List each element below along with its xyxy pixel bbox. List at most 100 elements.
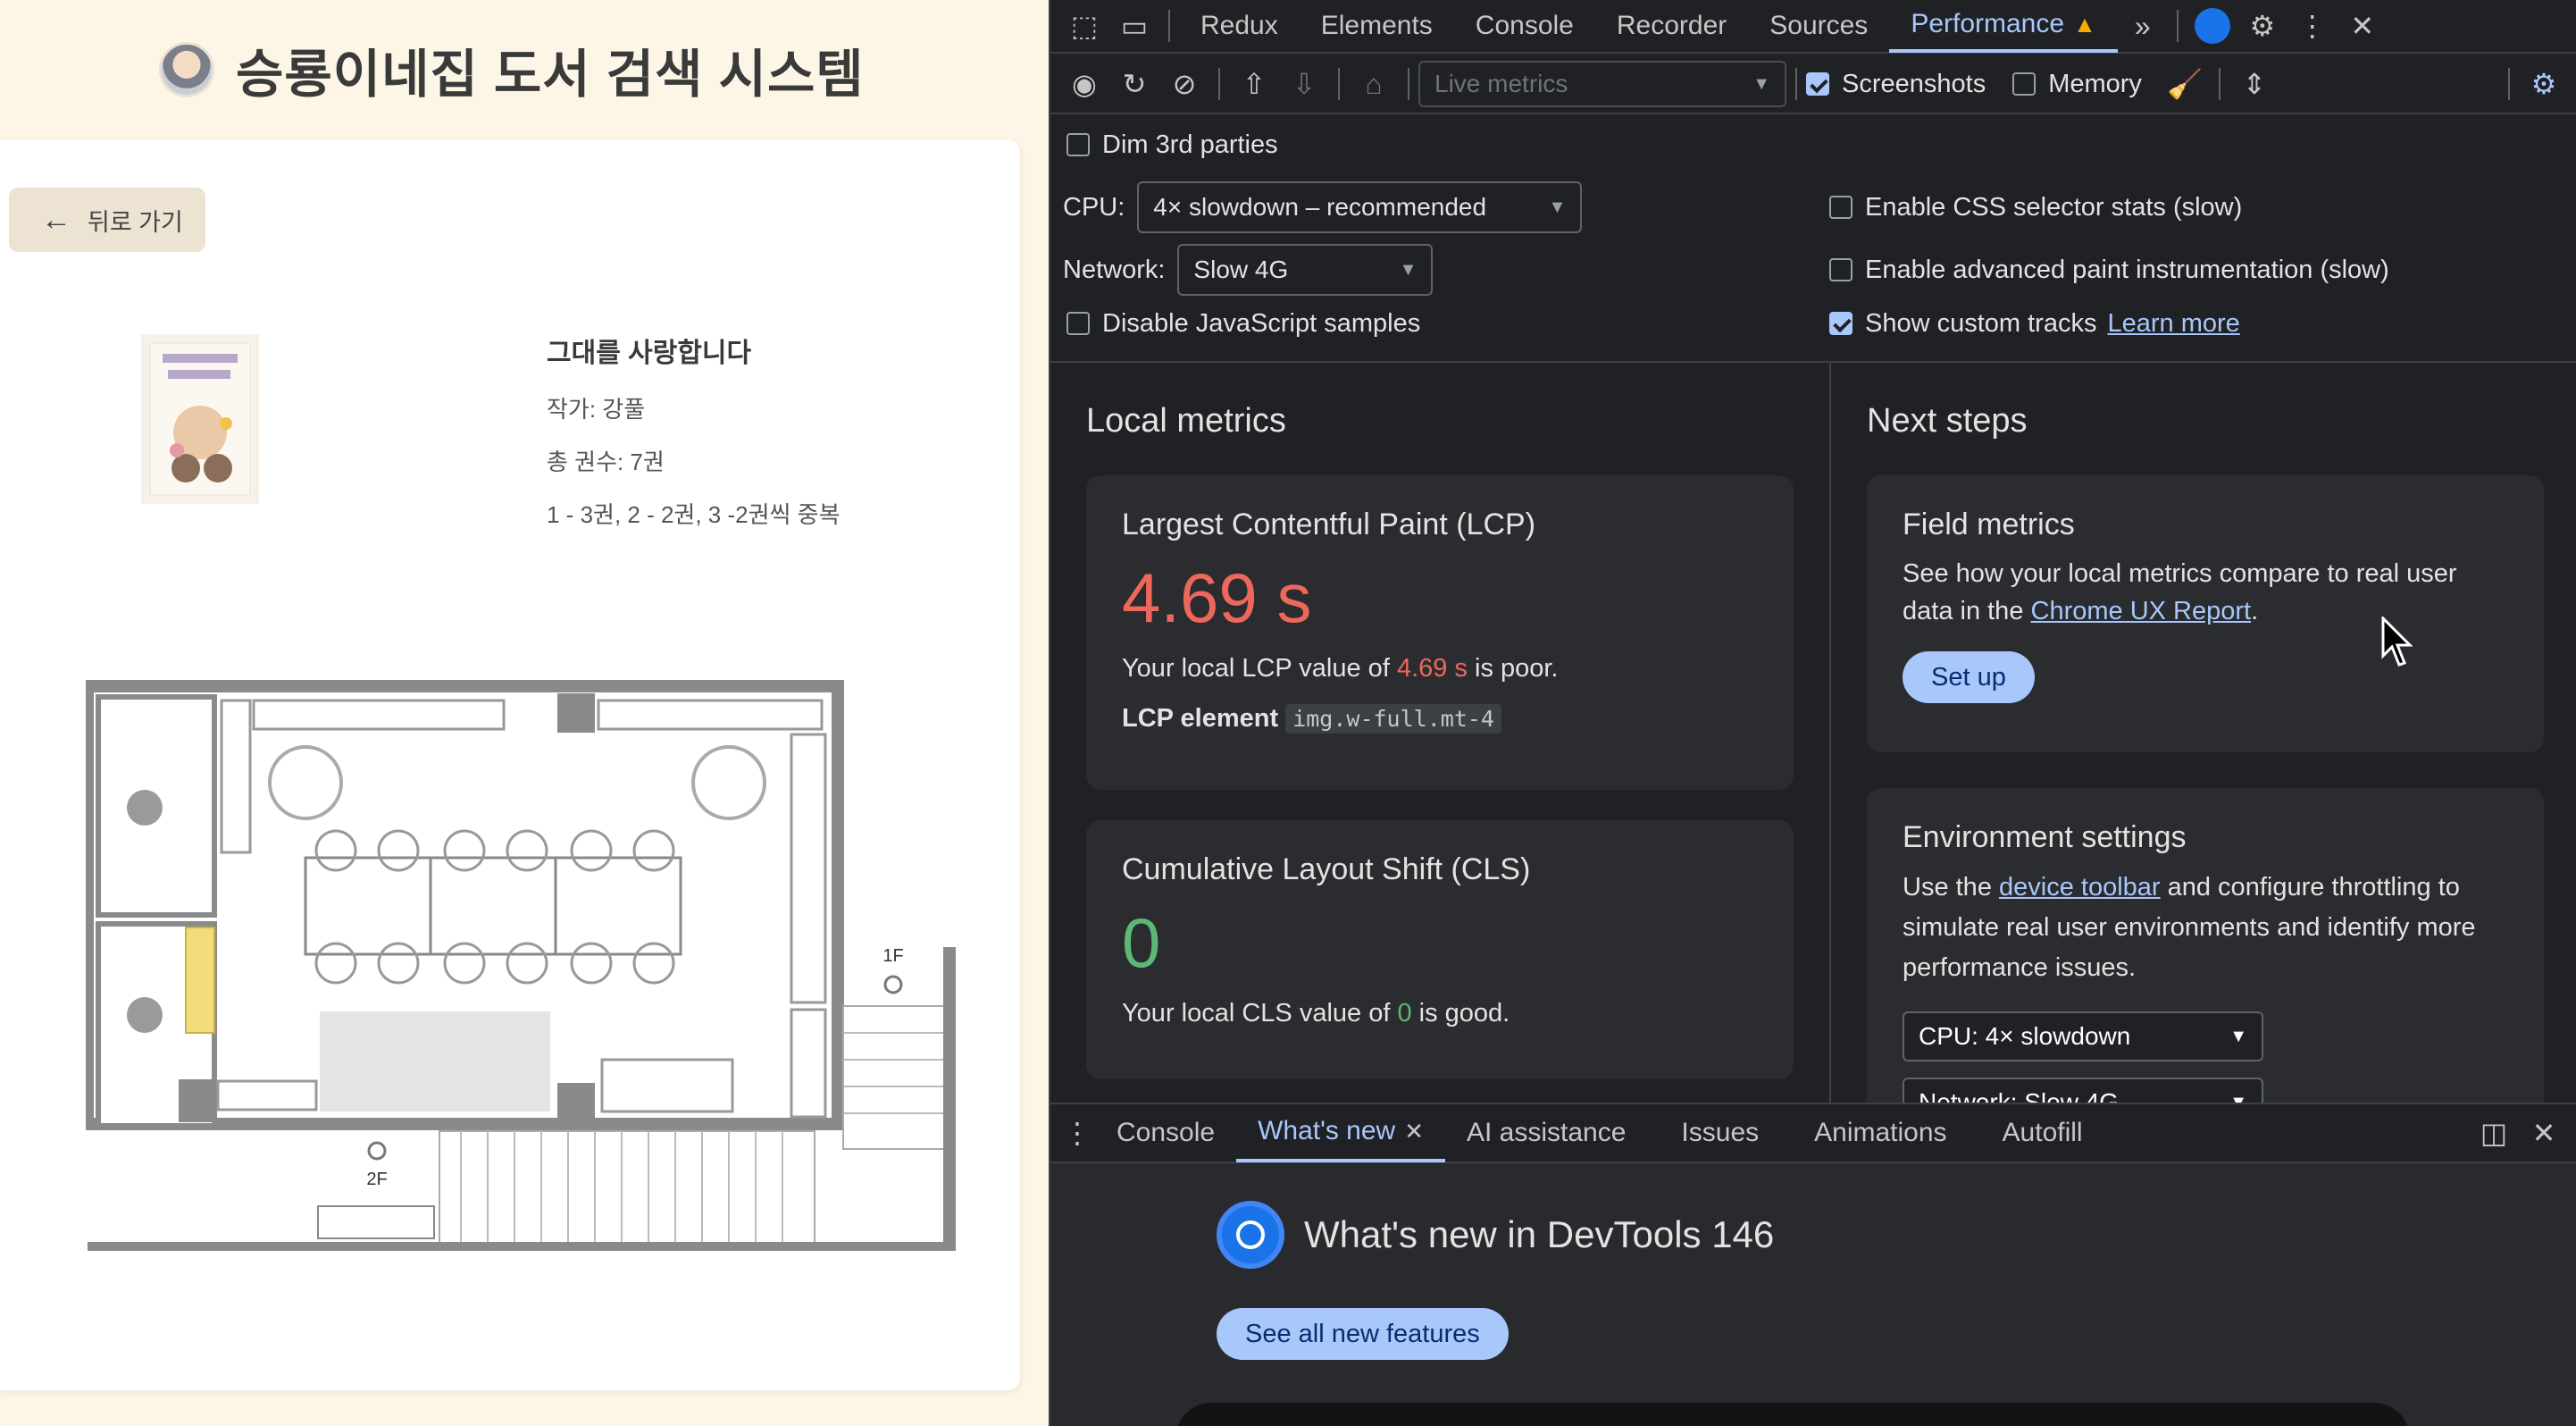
drawer-tab-autofill[interactable]: Autofill	[1969, 1103, 2117, 1162]
clear-icon[interactable]: ⊘	[1159, 59, 1209, 109]
paint-instrumentation-checkbox[interactable]	[1829, 258, 1853, 281]
live-metrics-select[interactable]: Live metrics ▼	[1418, 61, 1786, 107]
separator	[2508, 68, 2510, 100]
cpu-throttling-select[interactable]: 4× slowdown – recommended ▼	[1137, 181, 1583, 233]
capture-settings-gear-icon[interactable]: ⚙	[2519, 59, 2569, 109]
lcp-value: 4.69 s	[1122, 558, 1312, 637]
tab-sources[interactable]: Sources	[1748, 0, 1889, 53]
book-cover-image	[141, 334, 259, 504]
tab-performance[interactable]: Performance ▲	[1889, 0, 2118, 53]
drawer-tab-ai-assistance[interactable]: AI assistance	[1445, 1103, 1647, 1162]
environment-settings-heading: Environment settings	[1903, 820, 2187, 854]
chrome-devtools-logo-icon	[1217, 1201, 1284, 1269]
custom-tracks-label: Show custom tracks	[1865, 308, 2097, 338]
close-tab-icon[interactable]: ✕	[1404, 1118, 1424, 1145]
custom-tracks-checkbox[interactable]	[1829, 312, 1853, 335]
performance-toolbar: ◉ ↻ ⊘ ⇧ ⇩ ⌂ Live metrics ▼ Screenshots M…	[1050, 55, 2576, 114]
floor-label-2f: 2F	[366, 1170, 387, 1189]
devtools-panel: ⬚ ▭ Redux Elements Console Recorder Sour…	[1049, 0, 2576, 1426]
back-button[interactable]: ← 뒤로 가기	[9, 188, 205, 252]
live-metrics-view: Local metrics Largest Contentful Paint (…	[1050, 363, 2576, 1103]
tab-recorder[interactable]: Recorder	[1595, 0, 1748, 53]
dim-3rd-parties-checkbox[interactable]	[1066, 133, 1090, 156]
lcp-element-code[interactable]: img.w-full.mt-4	[1285, 704, 1501, 734]
tab-redux[interactable]: Redux	[1179, 0, 1300, 53]
cls-desc-value: 0	[1397, 999, 1412, 1028]
setup-button[interactable]: Set up	[1903, 651, 2035, 703]
tab-console[interactable]: Console	[1454, 0, 1595, 53]
download-icon[interactable]: ⇩	[1279, 59, 1329, 109]
chrome-ux-report-link[interactable]: Chrome UX Report	[2031, 597, 2252, 625]
network-throttling-value: Slow 4G	[1193, 256, 1289, 283]
separator	[1408, 68, 1409, 100]
disable-js-samples-checkbox[interactable]	[1066, 312, 1090, 335]
network-label: Network:	[1063, 255, 1166, 284]
garbage-collect-icon[interactable]: 🧹	[2160, 59, 2210, 109]
drawer-tab-console[interactable]: Console	[1095, 1103, 1236, 1162]
drawer-tab-whats-new[interactable]: What's new ✕	[1236, 1103, 1445, 1162]
css-selector-stats-label: Enable CSS selector stats (slow)	[1865, 192, 2243, 222]
close-devtools-icon[interactable]: ✕	[2338, 1, 2388, 51]
device-toolbar-link[interactable]: device toolbar	[1999, 873, 2161, 902]
close-drawer-icon[interactable]: ✕	[2519, 1108, 2569, 1158]
lcp-desc-suffix: is poor.	[1467, 654, 1559, 683]
env-desc-prefix: Use the	[1903, 873, 1999, 902]
css-stats-row: Enable CSS selector stats (slow)	[1829, 191, 2242, 223]
drawer-tab-animations[interactable]: Animations	[1793, 1103, 1968, 1162]
upload-icon[interactable]: ⇧	[1229, 59, 1279, 109]
screenshots-checkbox[interactable]	[1806, 72, 1829, 96]
next-steps-title: Next steps	[1867, 402, 2028, 440]
caret-down-icon: ▼	[2229, 1026, 2247, 1046]
separator	[1338, 68, 1340, 100]
more-tabs-icon[interactable]: »	[2118, 1, 2168, 51]
env-network-select[interactable]: Network: Slow 4G ▼	[1903, 1078, 2263, 1103]
env-cpu-select-value: CPU: 4× slowdown	[1919, 1022, 2131, 1050]
collapse-icon[interactable]: ⇕	[2229, 59, 2279, 109]
cpu-throttling-value: 4× slowdown – recommended	[1153, 193, 1487, 221]
cls-card: Cumulative Layout Shift (CLS) 0 Your loc…	[1086, 820, 1794, 1079]
field-desc-suffix: .	[2251, 597, 2259, 625]
drawer-tab-issues[interactable]: Issues	[1647, 1103, 1793, 1162]
book-volumes: 1 - 3권, 2 - 2권, 3 -2권씩 중복	[547, 501, 841, 528]
reload-record-icon[interactable]: ↻	[1109, 59, 1159, 109]
learn-more-link[interactable]: Learn more	[2107, 309, 2239, 339]
record-icon[interactable]: ◉	[1059, 59, 1109, 109]
drawer-menu-icon[interactable]: ⋮	[1059, 1108, 1095, 1158]
disable-js-samples-label: Disable JavaScript samples	[1102, 308, 1421, 338]
dock-side-icon[interactable]: ◫	[2469, 1108, 2519, 1158]
disable-js-row: Disable JavaScript samples	[1066, 307, 1420, 340]
network-row: Network: Slow 4G ▼	[1063, 243, 1434, 297]
lcp-desc-value: 4.69 s	[1396, 654, 1468, 683]
css-selector-stats-checkbox[interactable]	[1829, 196, 1853, 219]
cls-description: Your local CLS value of 0 is good.	[1122, 994, 1758, 1032]
setup-button-wrap: Set up	[1903, 651, 2508, 703]
floor-plan: 1F 2F	[86, 680, 956, 1251]
see-all-new-features-button[interactable]: See all new features	[1217, 1308, 1509, 1360]
book-title: 그대를 사랑합니다	[547, 339, 752, 368]
back-button-label: 뒤로 가기	[88, 208, 183, 236]
inspect-element-icon[interactable]: ⬚	[1059, 1, 1109, 51]
live-metrics-value: Live metrics	[1434, 70, 1568, 97]
settings-gear-icon[interactable]: ⚙	[2237, 1, 2287, 51]
drawer-tabbar: ⋮ Console What's new ✕ AI assistance Iss…	[1050, 1103, 2576, 1163]
ai-assistant-icon[interactable]	[2187, 1, 2237, 51]
caret-down-icon: ▼	[2229, 1092, 2247, 1103]
see-all-wrap: See all new features	[1217, 1308, 1509, 1360]
floor-label-1f: 1F	[882, 946, 903, 966]
dim-3rd-parties-label: Dim 3rd parties	[1102, 130, 1278, 159]
memory-checkbox[interactable]	[2012, 72, 2037, 96]
caret-down-icon: ▼	[1399, 259, 1418, 280]
arrow-left-icon: ←	[41, 203, 71, 237]
more-options-icon[interactable]: ⋮	[2287, 1, 2338, 51]
env-network-select-value: Network: Slow 4G	[1919, 1088, 2120, 1103]
cls-desc-suffix: is good.	[1411, 999, 1510, 1028]
whats-new-panel: What's new in DevTools 146 See all new f…	[1050, 1163, 2576, 1426]
lcp-element-label: LCP element	[1122, 704, 1279, 733]
tab-elements[interactable]: Elements	[1300, 0, 1454, 53]
home-icon[interactable]: ⌂	[1349, 59, 1399, 109]
page-header: 승룡이네집 도서 검색 시스템	[0, 0, 1049, 139]
device-toolbar-icon[interactable]: ▭	[1109, 1, 1159, 51]
network-throttling-select[interactable]: Slow 4G ▼	[1177, 244, 1434, 296]
memory-label: Memory	[2048, 69, 2142, 98]
env-cpu-select[interactable]: CPU: 4× slowdown ▼	[1903, 1011, 2263, 1061]
